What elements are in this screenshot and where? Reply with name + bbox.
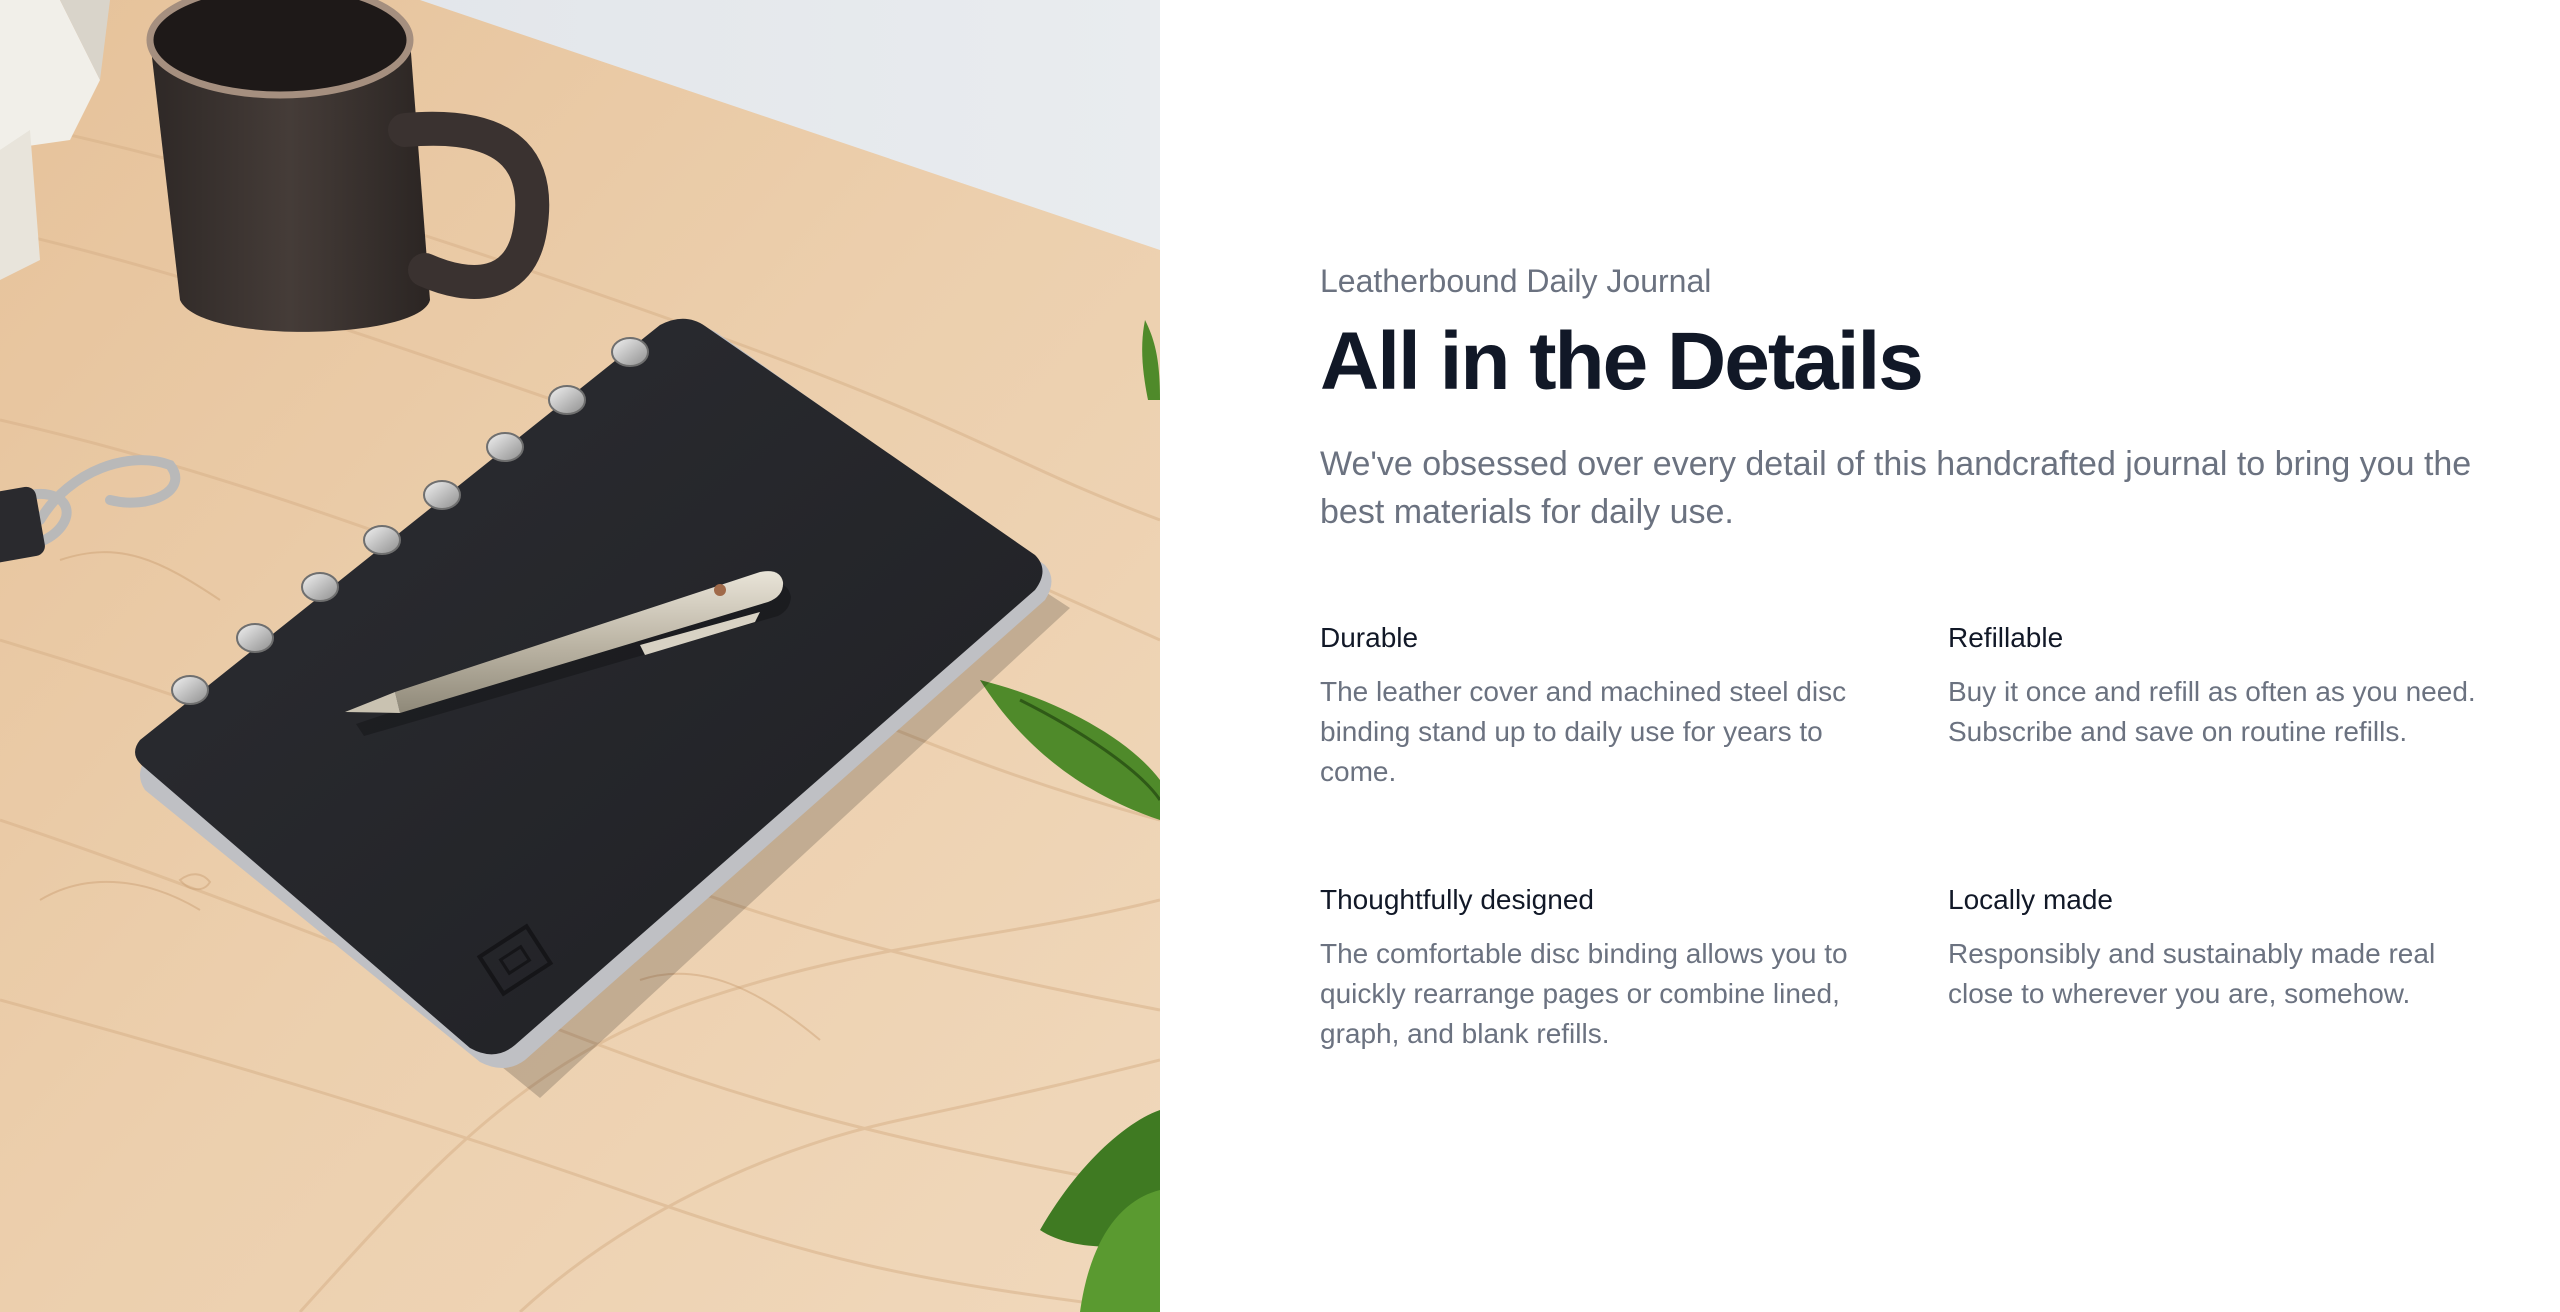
feature-title: Refillable — [1948, 622, 2064, 653]
product-photo — [0, 0, 1160, 1312]
feature-description: Responsibly and sustainably made real cl… — [1948, 938, 2436, 1009]
journal-photo — [0, 0, 1160, 1312]
feature-title: Locally made — [1948, 884, 2113, 915]
feature-refillable: Refillable Buy it once and refill as oft… — [1948, 618, 2508, 792]
details-content: Leatherbound Daily Journal All in the De… — [1160, 0, 2560, 1312]
feature-description: The comfortable disc binding allows you … — [1320, 938, 1848, 1049]
feature-list: Durable The leather cover and machined s… — [1320, 618, 2500, 1054]
feature-locally-made: Locally made Responsibly and sustainably… — [1948, 880, 2508, 1054]
feature-thoughtfully-designed: Thoughtfully designed The comfortable di… — [1320, 880, 1880, 1054]
feature-description: Buy it once and refill as often as you n… — [1948, 676, 2476, 747]
section-lead: We've obsessed over every detail of this… — [1320, 445, 2472, 531]
feature-description: The leather cover and machined steel dis… — [1320, 676, 1847, 787]
feature-title: Durable — [1320, 622, 1419, 653]
details-content-inner: Leatherbound Daily Journal All in the De… — [1320, 256, 2500, 1054]
section-heading: All in the Details — [1320, 316, 1924, 407]
feature-durable: Durable The leather cover and machined s… — [1320, 618, 1880, 792]
product-details-section: Leatherbound Daily Journal All in the De… — [0, 0, 2560, 1312]
feature-title: Thoughtfully designed — [1320, 884, 1594, 915]
product-name: Leatherbound Daily Journal — [1320, 263, 1712, 299]
